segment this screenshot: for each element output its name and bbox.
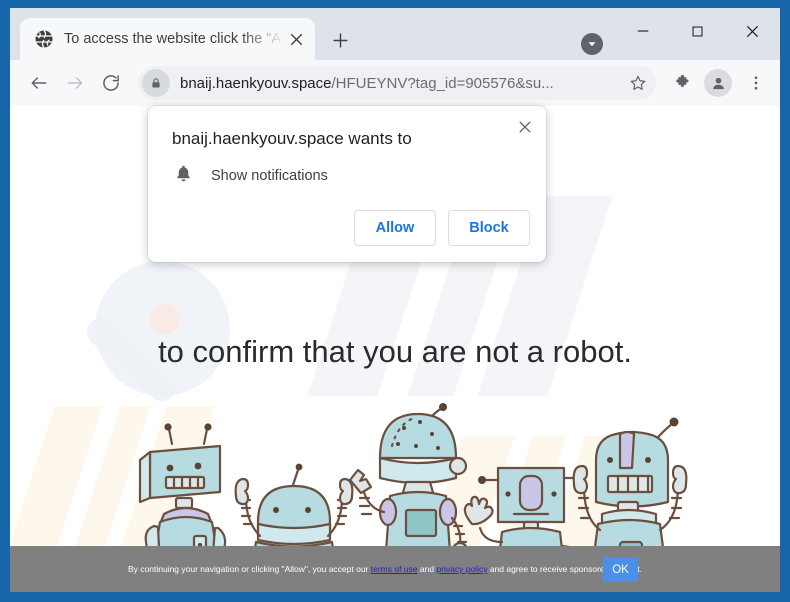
notification-permission-dialog: bnaij.haenkyouv.space wants to Show noti… (148, 106, 546, 262)
consent-text-between: and (417, 563, 437, 574)
browser-toolbar: bnaij.haenkyouv.space/HFUEYNV?tag_id=905… (10, 60, 780, 106)
lock-icon[interactable] (142, 69, 170, 97)
download-arrow-icon[interactable] (581, 33, 603, 55)
url-domain: bnaij.haenkyouv.space (180, 74, 332, 92)
tab-title: To access the website click the "A (64, 31, 282, 47)
address-bar[interactable]: bnaij.haenkyouv.space/HFUEYNV?tag_id=905… (138, 66, 656, 100)
browser-window: To access the website click the "A bnaij… (10, 8, 780, 592)
bell-icon (174, 164, 193, 188)
close-tab-icon[interactable] (285, 28, 307, 50)
watermark-accent (150, 304, 180, 334)
permission-label: Show notifications (211, 168, 328, 184)
privacy-policy-link[interactable]: privacy policy (436, 564, 487, 574)
allow-button[interactable]: Allow (354, 210, 436, 246)
close-icon[interactable] (512, 114, 538, 140)
globe-icon (34, 29, 54, 49)
consent-text-before: By continuing your navigation or clickin… (128, 563, 371, 574)
reload-icon[interactable] (94, 66, 128, 100)
avatar-icon[interactable] (704, 69, 732, 97)
screenshot-root: To access the website click the "A bnaij… (0, 0, 790, 602)
star-icon[interactable] (624, 69, 652, 97)
terms-of-use-link[interactable]: terms of use (371, 564, 418, 574)
close-icon[interactable] (725, 8, 780, 54)
url-text: bnaij.haenkyouv.space/HFUEYNV?tag_id=905… (180, 75, 656, 92)
three-dot-menu-icon[interactable] (740, 67, 772, 99)
dialog-title: bnaij.haenkyouv.space wants to (172, 129, 412, 148)
minimize-icon[interactable] (615, 8, 670, 54)
tab-strip: To access the website click the "A (10, 8, 780, 60)
block-button[interactable]: Block (448, 210, 530, 246)
url-path: /HFUEYNV?tag_id=905576&su... (331, 74, 554, 92)
new-tab-button[interactable] (326, 26, 354, 54)
window-controls (615, 8, 780, 54)
ok-button[interactable]: OK (603, 557, 638, 582)
back-arrow-icon[interactable] (22, 66, 56, 100)
maximize-icon[interactable] (670, 8, 725, 54)
permission-row: Show notifications (174, 164, 328, 188)
browser-tab[interactable]: To access the website click the "A (20, 18, 315, 60)
page-headline: to confirm that you are not a robot. (158, 334, 632, 369)
dialog-actions: Allow Block (354, 210, 530, 246)
consent-banner: By continuing your navigation or clickin… (10, 546, 780, 592)
forward-arrow-icon (58, 66, 92, 100)
puzzle-icon[interactable] (666, 67, 698, 99)
